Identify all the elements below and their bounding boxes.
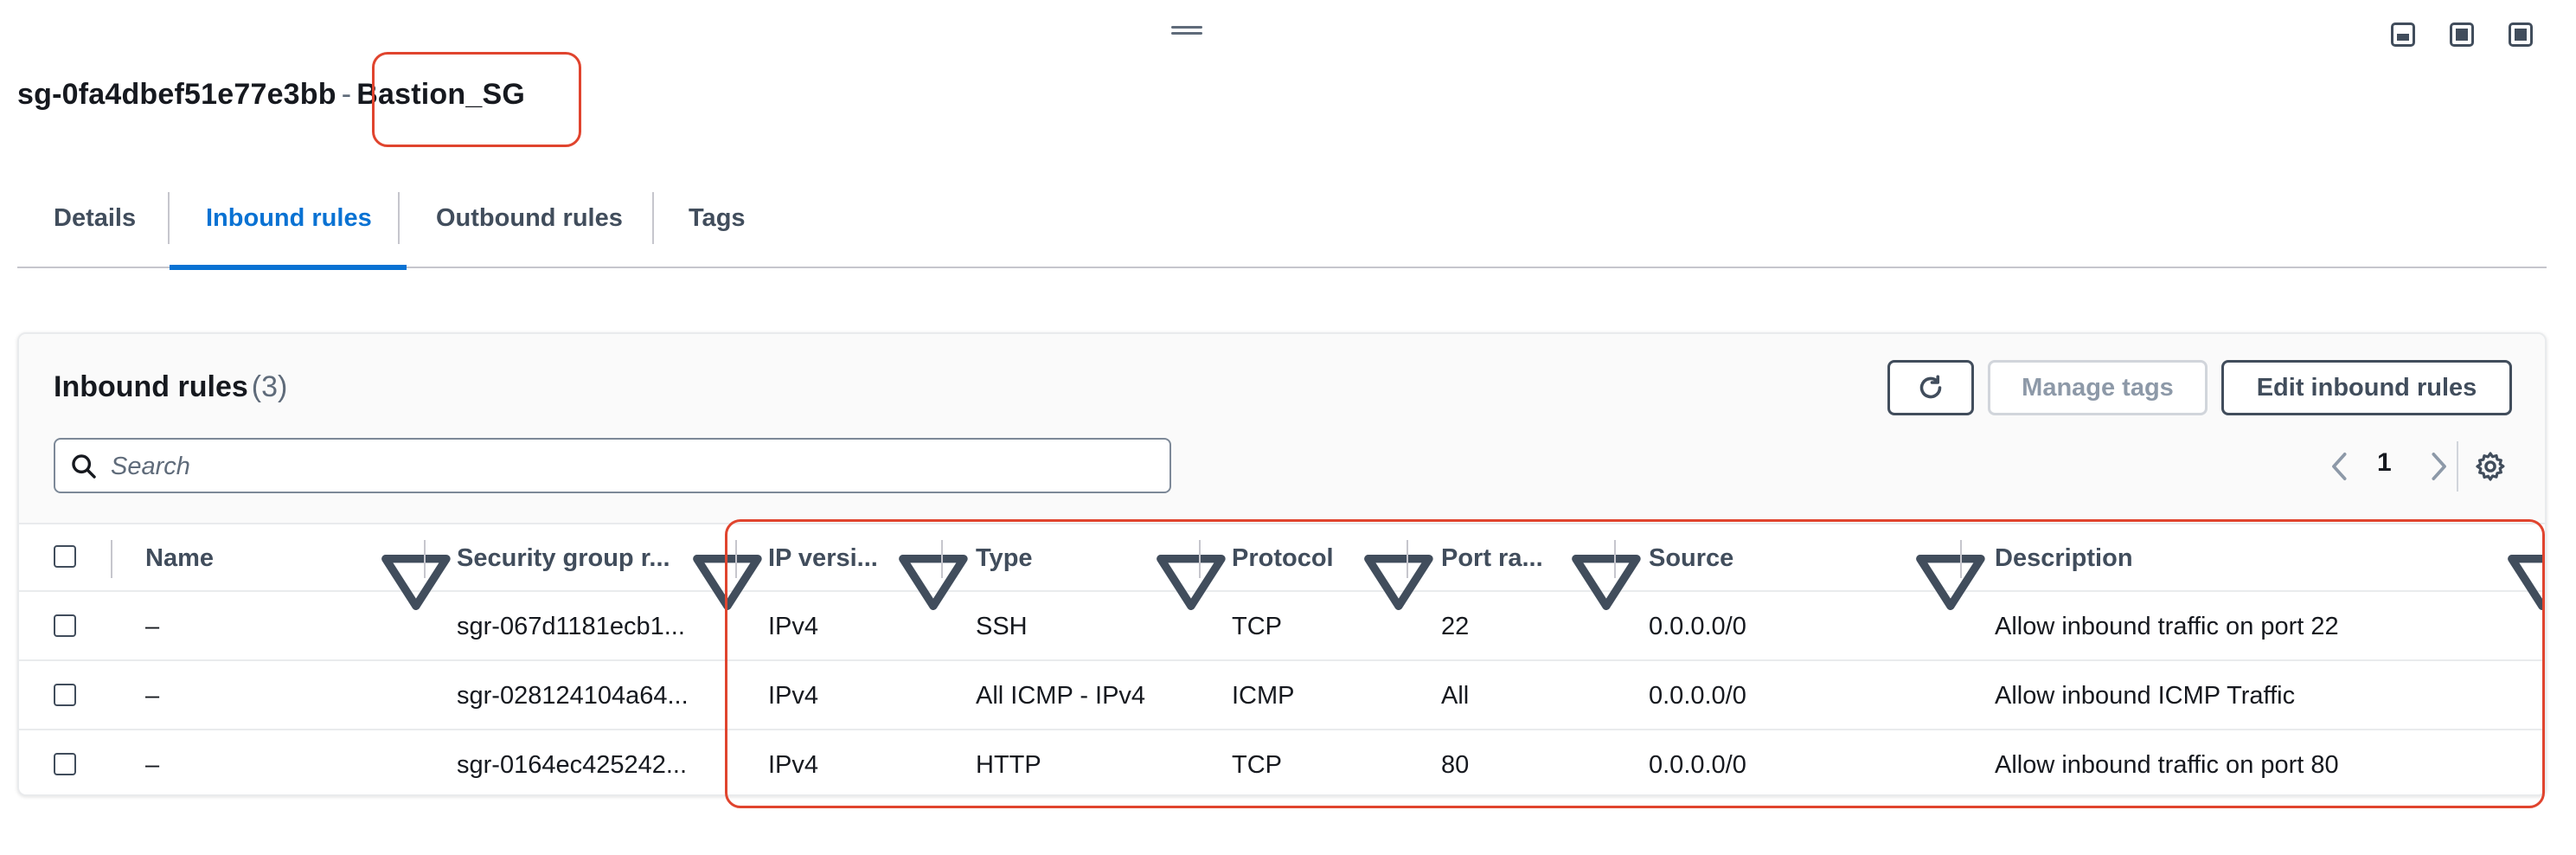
table-header: Name Security group r... IP versi... Typ… (19, 523, 2545, 610)
cell-name: – (145, 682, 160, 710)
column-label: Protocol (1232, 544, 1334, 572)
column-header-type[interactable]: Type (976, 524, 1033, 592)
chevron-right-icon[interactable] (2425, 452, 2451, 481)
panel-header: Inbound rules (3) Manage tags Edit inboun… (19, 334, 2545, 523)
column-divider (1614, 540, 1616, 578)
cell-rule-id[interactable]: sgr-067d1181ecb1... (457, 592, 685, 659)
column-header-source[interactable]: Source (1649, 524, 1733, 592)
tab-tags[interactable]: Tags (689, 190, 746, 267)
column-label: Source (1649, 544, 1734, 572)
column-divider (1199, 540, 1201, 578)
cell-name: – (145, 613, 160, 640)
cell-description: Allow inbound traffic on port 22 (1995, 613, 2339, 640)
table-row[interactable]: – sgr-067d1181ecb1... IPv4 SSH TCP 22 0.… (19, 592, 2545, 661)
layout-side-icon[interactable] (2450, 22, 2474, 47)
column-header-port-range[interactable]: Port ra... (1441, 524, 1543, 592)
select-all-checkbox[interactable] (54, 545, 76, 568)
cell-rule-id[interactable]: sgr-028124104a64... (457, 661, 689, 729)
cell-ip-version: IPv4 (768, 682, 819, 710)
column-label: Name (145, 544, 214, 572)
rule-count: (3) (251, 370, 288, 403)
page-number[interactable]: 1 (2377, 448, 2392, 478)
column-header-protocol[interactable]: Protocol (1232, 524, 1334, 592)
cell-port-range: All (1441, 682, 1470, 710)
tab-inbound-rules[interactable]: Inbound rules (170, 190, 407, 270)
cell-ip-version: IPv4 (768, 751, 819, 779)
cell-type: HTTP (976, 751, 1041, 779)
cell-description: Allow inbound traffic on port 80 (1995, 751, 2339, 779)
table-row[interactable]: – sgr-028124104a64... IPv4 All ICMP - IP… (19, 661, 2545, 730)
table-row[interactable]: – sgr-0164ec425242... IPv4 HTTP TCP 80 0… (19, 730, 2545, 794)
column-header-security-group-rule[interactable]: Security group r... (457, 524, 670, 592)
row-checkbox[interactable] (54, 684, 76, 706)
cell-protocol: TCP (1232, 613, 1282, 640)
column-divider (1407, 540, 1408, 578)
tab-bar: Details Inbound rules Outbound rules Tag… (17, 190, 2547, 270)
column-divider (941, 540, 943, 578)
tab-divider (398, 192, 400, 244)
column-label: Description (1995, 544, 2133, 572)
cell-type: SSH (976, 613, 1028, 640)
layout-full-icon[interactable] (2509, 22, 2533, 47)
cell-description: Allow inbound ICMP Traffic (1995, 682, 2296, 710)
cell-source: 0.0.0.0/0 (1649, 751, 1746, 779)
edit-inbound-rules-button[interactable]: Edit inbound rules (2221, 360, 2512, 415)
drag-handle-icon[interactable] (1171, 24, 1202, 35)
pager-divider (2457, 441, 2458, 492)
panel-title-text: Inbound rules (54, 370, 248, 403)
column-header-description[interactable]: Description (1995, 524, 2133, 592)
row-checkbox[interactable] (54, 614, 76, 637)
column-header-name[interactable]: Name (145, 524, 214, 592)
cell-rule-id[interactable]: sgr-0164ec425242... (457, 730, 687, 794)
layout-bottom-icon[interactable] (2391, 22, 2415, 47)
column-header-ip-version[interactable]: IP versi... (768, 524, 878, 592)
tab-details[interactable]: Details (54, 190, 136, 267)
tab-divider (168, 192, 170, 244)
cell-port-range: 80 (1441, 751, 1470, 779)
cell-protocol: TCP (1232, 751, 1282, 779)
gear-icon[interactable] (2474, 450, 2507, 483)
refresh-icon (1919, 375, 1942, 399)
search-input[interactable] (109, 448, 1150, 485)
tab-divider (652, 192, 654, 244)
cell-port-range: 22 (1441, 613, 1470, 640)
column-divider (1960, 540, 1962, 578)
chevron-left-icon[interactable] (2327, 452, 2353, 481)
inbound-rules-panel: Inbound rules (3) Manage tags Edit inboun… (17, 332, 2547, 796)
column-label: Port ra... (1441, 544, 1543, 572)
refresh-button[interactable] (1887, 360, 1974, 415)
search-icon (72, 454, 96, 479)
column-label: Type (976, 544, 1033, 572)
rules-table: Name Security group r... IP versi... Typ… (19, 523, 2545, 794)
column-label: IP versi... (768, 544, 878, 572)
tab-outbound-rules[interactable]: Outbound rules (436, 190, 623, 267)
cell-ip-version: IPv4 (768, 613, 819, 640)
column-divider (735, 540, 737, 578)
security-group-id: sg-0fa4dbef51e77e3bb (17, 78, 336, 111)
column-label: Security group r... (457, 544, 670, 572)
cell-name: – (145, 751, 160, 779)
cell-type: All ICMP - IPv4 (976, 682, 1146, 710)
panel-title: Inbound rules (3) (54, 370, 287, 404)
cell-source: 0.0.0.0/0 (1649, 682, 1746, 710)
name-highlight-annotation (372, 52, 581, 147)
row-checkbox[interactable] (54, 753, 76, 775)
search-field[interactable] (54, 438, 1171, 493)
column-divider (111, 540, 112, 578)
cell-protocol: ICMP (1232, 682, 1295, 710)
column-divider (424, 540, 426, 578)
manage-tags-button[interactable]: Manage tags (1988, 360, 2208, 415)
title-separator: - (341, 78, 352, 111)
cell-source: 0.0.0.0/0 (1649, 613, 1746, 640)
